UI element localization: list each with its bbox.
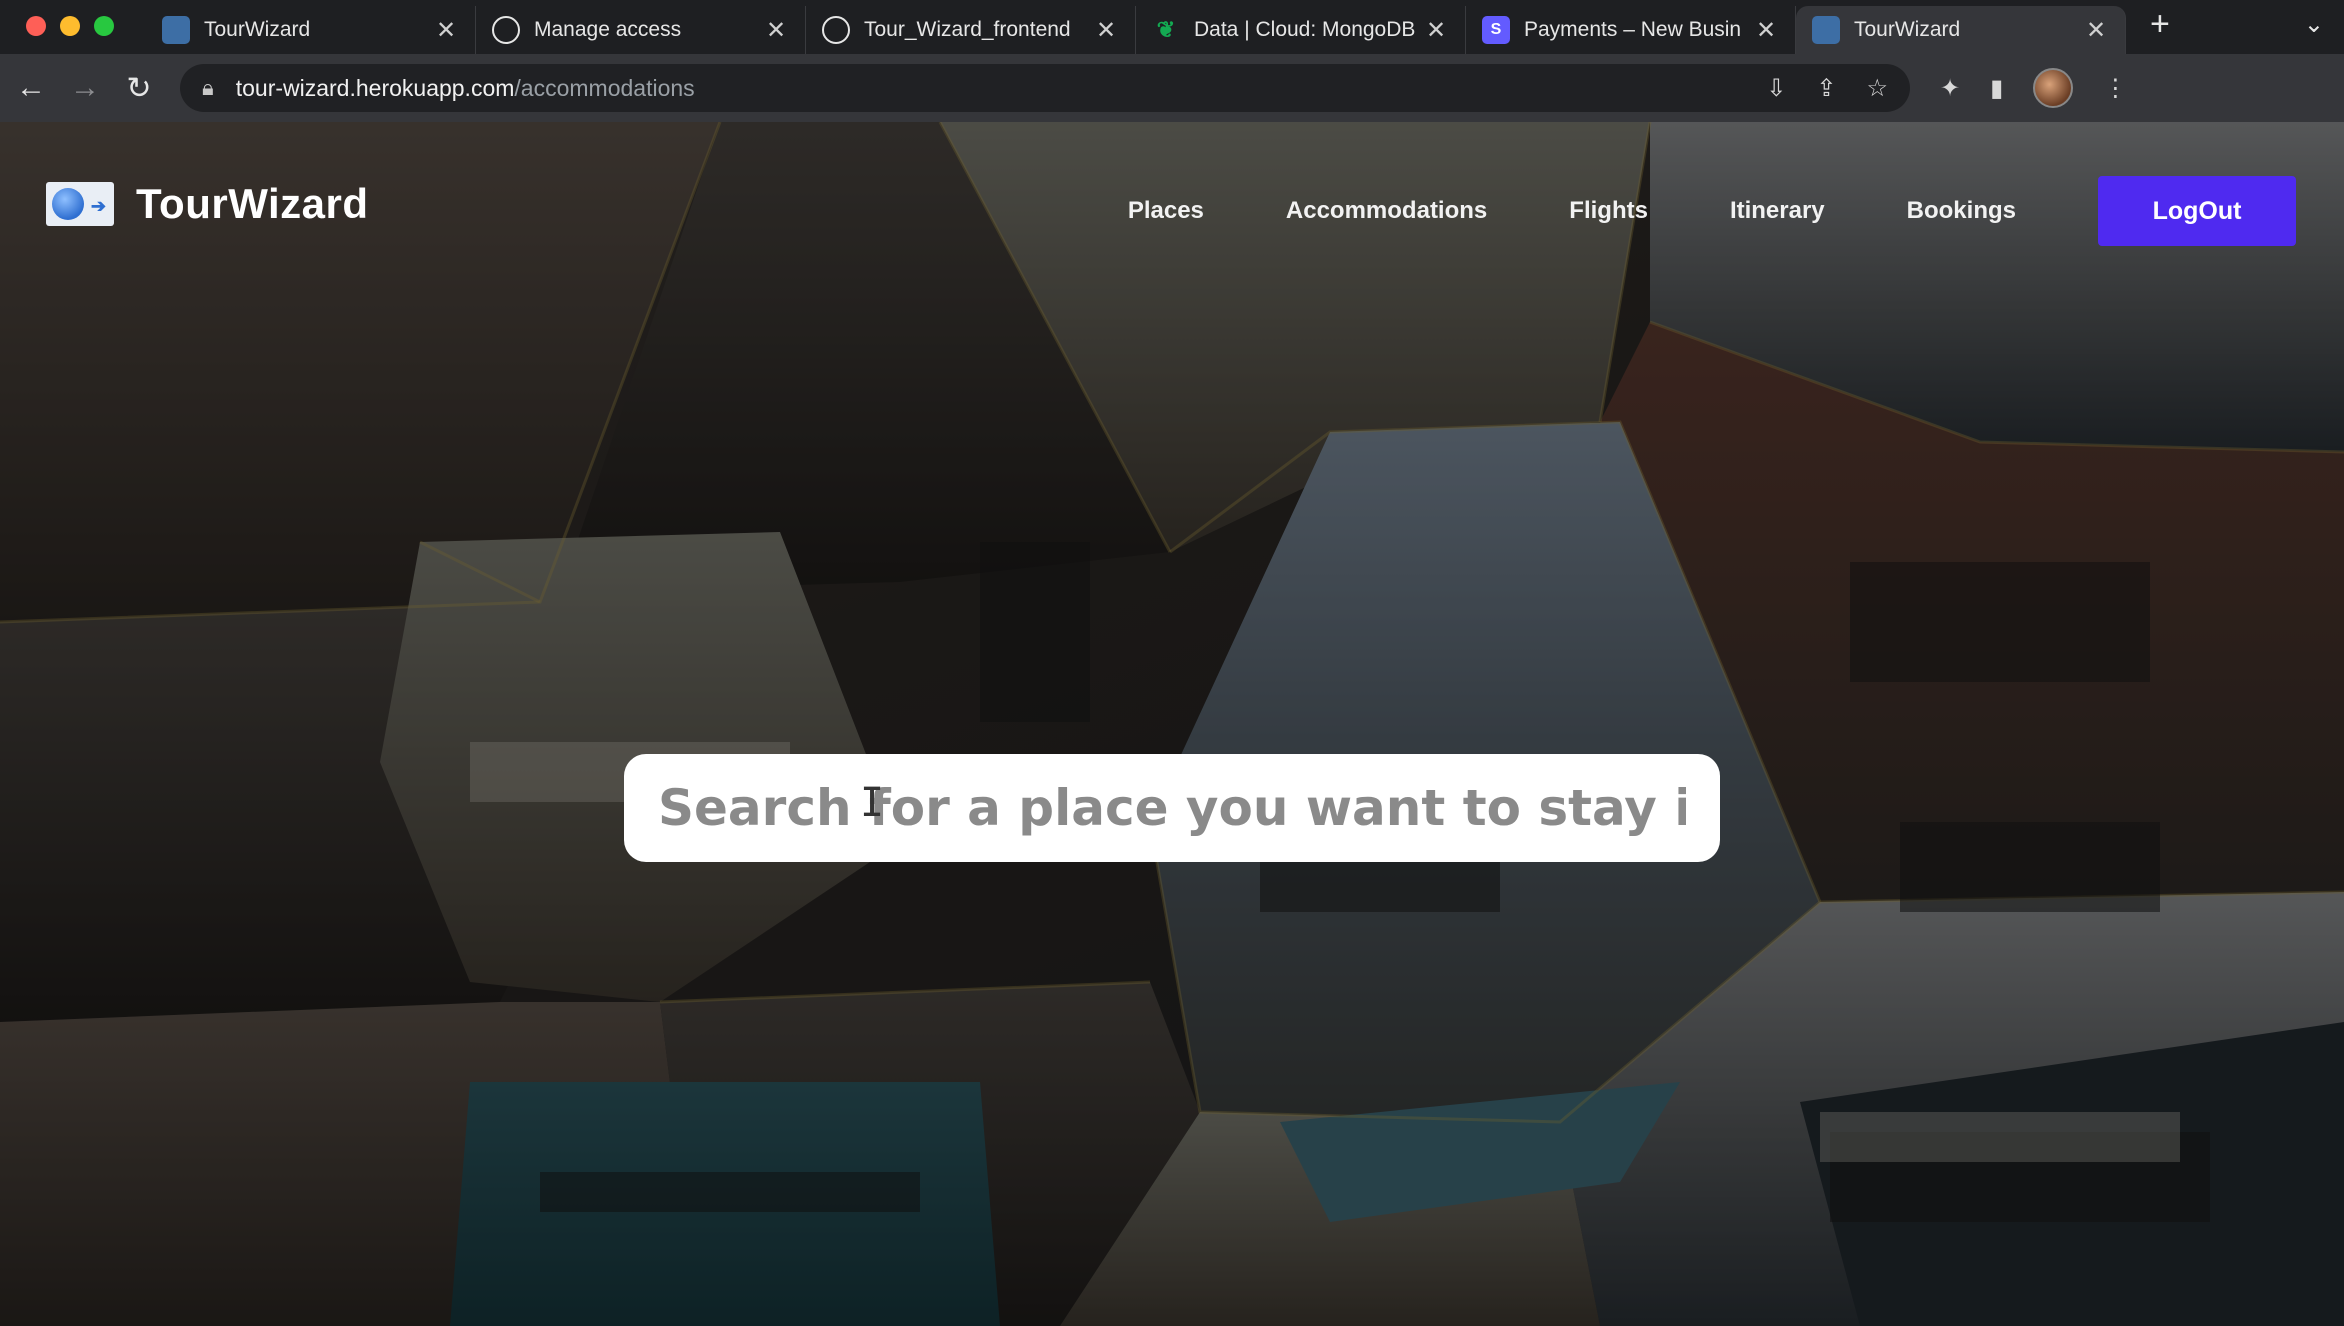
browser-window: TourWizard ✕ Manage access ✕ Tour_Wizard… [0,0,2344,1326]
mongodb-leaf-icon: ❦ [1156,17,1176,42]
tab-title: Data | Cloud: MongoDB [1194,18,1416,41]
close-tab-icon[interactable]: ✕ [433,16,459,45]
tabs: TourWizard ✕ Manage access ✕ Tour_Wizard… [146,6,2126,54]
accommodations-page: ➔ TourWizard Places Accommodations Fligh… [0,122,2344,1326]
new-tab-icon[interactable]: + [2126,5,2194,50]
tab-title: TourWizard [1854,18,1961,41]
tab-tour-wizard-frontend[interactable]: Tour_Wizard_frontend ✕ [806,6,1136,54]
url-path: /accommodations [514,74,695,101]
reload-icon[interactable]: ↻ [112,71,166,106]
close-tab-icon[interactable]: ✕ [763,16,789,45]
maximize-window-button[interactable] [94,16,114,36]
close-tab-icon[interactable]: ✕ [1423,16,1449,45]
omnibox-actions: ⇩ ⇪ ☆ [1766,74,1888,103]
extensions-puzzle-icon[interactable]: ✦ [1940,74,1960,103]
tab-search-chevron-icon[interactable]: ⌄ [2304,10,2324,39]
tourwizard-favicon-icon [1812,16,1840,44]
tab-tourwizard-active[interactable]: TourWizard ✕ [1796,6,2126,54]
profile-avatar[interactable] [2033,68,2074,108]
install-app-icon[interactable]: ⇩ [1766,74,1786,103]
close-tab-icon[interactable]: ✕ [1753,16,1779,45]
text-cursor-icon: I [860,780,885,826]
side-panel-icon[interactable]: ▮ [1990,74,2003,103]
brand-name: TourWizard [136,180,369,227]
close-tab-icon[interactable]: ✕ [2083,16,2109,45]
search-box[interactable] [624,754,1720,862]
nav-flights[interactable]: Flights [1569,197,1648,225]
tab-strip: TourWizard ✕ Manage access ✕ Tour_Wizard… [0,0,2344,54]
main-menu: Places Accommodations Flights Itinerary … [1128,176,2296,246]
tab-title: TourWizard [204,18,311,41]
share-icon[interactable]: ⇪ [1816,74,1836,103]
nav-bookings[interactable]: Bookings [1907,197,2016,225]
close-window-button[interactable] [26,16,46,36]
github-icon [822,16,850,44]
brand[interactable]: ➔ TourWizard [46,180,369,228]
tab-payments[interactable]: S Payments – New Busin ✕ [1466,6,1796,54]
tab-title: Tour_Wizard_frontend [864,18,1071,41]
kebab-menu-icon[interactable]: ⋮ [2103,74,2127,103]
accommodation-search-input[interactable] [624,754,1720,862]
nav-accommodations[interactable]: Accommodations [1286,197,1487,225]
toolbar-right: ✦ ▮ ⋮ [1940,68,2127,108]
tab-manage-access[interactable]: Manage access ✕ [476,6,806,54]
close-tab-icon[interactable]: ✕ [1093,16,1119,45]
nav-itinerary[interactable]: Itinerary [1730,197,1825,225]
browser-toolbar: ← → ↻ 🔒︎ tour-wizard.herokuapp.com/accom… [0,54,2344,122]
dark-overlay [0,122,2344,1326]
bookmark-star-icon[interactable]: ☆ [1866,74,1888,103]
minimize-window-button[interactable] [60,16,80,36]
back-arrow-icon[interactable]: ← [4,71,58,105]
tab-title: Manage access [534,18,682,41]
github-icon [492,16,520,44]
tourwizard-favicon-icon [162,16,190,44]
tourwizard-logo-icon: ➔ [46,182,114,226]
tab-mongodb[interactable]: ❦ Data | Cloud: MongoDB ✕ [1136,6,1466,54]
lock-icon: 🔒︎ [202,75,214,100]
tab-tourwizard-1[interactable]: TourWizard ✕ [146,6,476,54]
address-bar[interactable]: 🔒︎ tour-wizard.herokuapp.com/accommodati… [180,64,1910,112]
url-host: tour-wizard.herokuapp.com [235,74,515,101]
window-controls [0,16,146,54]
stripe-icon: S [1482,16,1510,44]
forward-arrow-icon[interactable]: → [58,71,112,105]
nav-places[interactable]: Places [1128,197,1204,225]
site-navbar: ➔ TourWizard Places Accommodations Fligh… [0,122,2344,272]
logout-button[interactable]: LogOut [2098,176,2296,246]
tab-title: Payments – New Busin [1524,18,1742,41]
